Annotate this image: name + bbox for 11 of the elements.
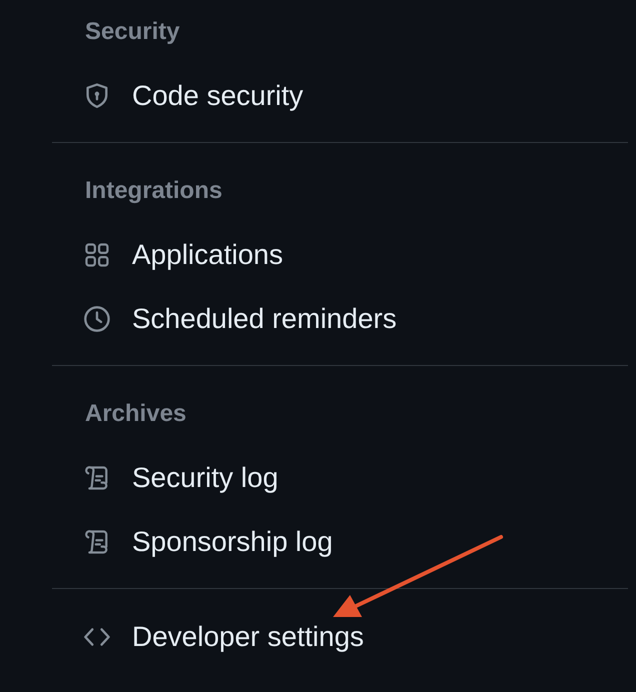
apps-grid-icon bbox=[83, 241, 111, 269]
sidebar-item[interactable]: Sponsorship log bbox=[75, 518, 341, 566]
sidebar-item[interactable]: Security log bbox=[75, 454, 286, 502]
section-heading: Security bbox=[85, 18, 180, 46]
clock-icon bbox=[83, 305, 111, 333]
sidebar-item[interactable]: Code security bbox=[75, 72, 312, 120]
section-heading: Integrations bbox=[85, 177, 222, 205]
section-heading: Archives bbox=[85, 400, 186, 428]
sidebar-item[interactable]: Applications bbox=[75, 231, 291, 279]
sidebar-item[interactable]: Developer settings bbox=[75, 613, 372, 661]
sidebar-item[interactable]: Scheduled reminders bbox=[75, 295, 405, 343]
